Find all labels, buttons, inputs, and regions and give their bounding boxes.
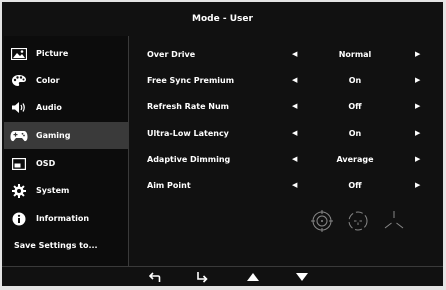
setting-value: On (348, 128, 362, 138)
palette-icon (4, 74, 34, 87)
sidebar-item-label: Picture (36, 49, 69, 58)
left-arrow-icon[interactable]: ◀ (292, 102, 297, 110)
right-arrow-icon[interactable]: ▶ (415, 76, 420, 84)
settings-panel: Over Drive ◀ Normal ▶ Free Sync Premium … (130, 36, 440, 266)
page-title: Mode - User (192, 14, 253, 24)
info-icon (4, 212, 34, 226)
setting-value: Normal (338, 49, 372, 59)
setting-label: Free Sync Premium (147, 75, 235, 85)
picture-icon (4, 47, 34, 60)
sidebar-item-label: System (36, 186, 70, 195)
sidebar-item-label: Gaming (36, 131, 71, 140)
sidebar-item-label: Color (36, 76, 60, 85)
save-settings-button[interactable]: Save Settings to... (4, 232, 138, 259)
setting-label: Adaptive Dimming (147, 154, 231, 164)
sidebar-item-audio[interactable]: Audio (4, 94, 128, 121)
save-settings-label: Save Settings to... (14, 241, 98, 250)
setting-row-aim-point[interactable]: Aim Point ◀ Off ▶ (130, 175, 440, 195)
aim-point-options (310, 208, 410, 234)
setting-label: Ultra-Low Latency (147, 128, 229, 138)
left-arrow-icon[interactable]: ◀ (292, 50, 297, 58)
right-arrow-icon[interactable]: ▶ (415, 155, 420, 163)
setting-value: Average (336, 154, 374, 164)
right-arrow-icon[interactable]: ▶ (415, 102, 420, 110)
sidebar-item-system[interactable]: System (4, 177, 128, 204)
right-arrow-icon[interactable]: ▶ (415, 129, 420, 137)
speaker-icon (4, 101, 34, 114)
setting-value: Off (348, 180, 362, 190)
osd-icon (4, 157, 34, 170)
back-icon[interactable] (147, 270, 163, 284)
setting-row-refresh-rate-num[interactable]: Refresh Rate Num ◀ Off ▶ (130, 96, 440, 116)
left-arrow-icon[interactable]: ◀ (292, 155, 297, 163)
setting-row-ultra-low-latency[interactable]: Ultra-Low Latency ◀ On ▶ (130, 123, 440, 143)
sidebar-item-osd[interactable]: OSD (4, 150, 128, 177)
setting-value: On (348, 75, 362, 85)
sidebar-item-picture[interactable]: Picture (4, 40, 128, 67)
sidebar-item-label: Information (36, 214, 90, 223)
setting-label: Aim Point (147, 180, 191, 190)
crosshair-dashed-icon[interactable] (346, 209, 370, 233)
up-arrow-icon[interactable] (245, 270, 261, 284)
down-arrow-icon[interactable] (294, 270, 310, 284)
gear-icon (4, 183, 34, 198)
sidebar-item-label: OSD (36, 159, 56, 168)
sidebar-item-information[interactable]: Information (4, 205, 128, 232)
setting-label: Over Drive (147, 49, 196, 59)
monitor-bezel: Mode - User Picture Color Audio Gaming O… (0, 0, 446, 290)
left-arrow-icon[interactable]: ◀ (292, 76, 297, 84)
gamepad-icon (4, 130, 34, 142)
setting-value: Off (348, 101, 362, 111)
left-arrow-icon[interactable]: ◀ (292, 129, 297, 137)
crosshair-lines-icon[interactable] (382, 209, 406, 233)
sidebar-item-color[interactable]: Color (4, 67, 128, 94)
sidebar-item-label: Audio (36, 103, 62, 112)
crosshair-circle-icon[interactable] (310, 209, 334, 233)
setting-row-over-drive[interactable]: Over Drive ◀ Normal ▶ (130, 44, 440, 64)
left-arrow-icon[interactable]: ◀ (292, 181, 297, 189)
setting-row-free-sync-premium[interactable]: Free Sync Premium ◀ On ▶ (130, 70, 440, 90)
osd-menu: Mode - User Picture Color Audio Gaming O… (2, 2, 443, 286)
right-arrow-icon[interactable]: ▶ (415, 50, 420, 58)
right-arrow-icon[interactable]: ▶ (415, 181, 420, 189)
navigation-bar (2, 266, 443, 287)
sidebar-item-gaming[interactable]: Gaming (4, 122, 128, 149)
enter-icon[interactable] (194, 270, 210, 284)
setting-label: Refresh Rate Num (147, 101, 229, 111)
sidebar: Picture Color Audio Gaming OSD System In… (4, 36, 129, 266)
setting-row-adaptive-dimming[interactable]: Adaptive Dimming ◀ Average ▶ (130, 149, 440, 169)
